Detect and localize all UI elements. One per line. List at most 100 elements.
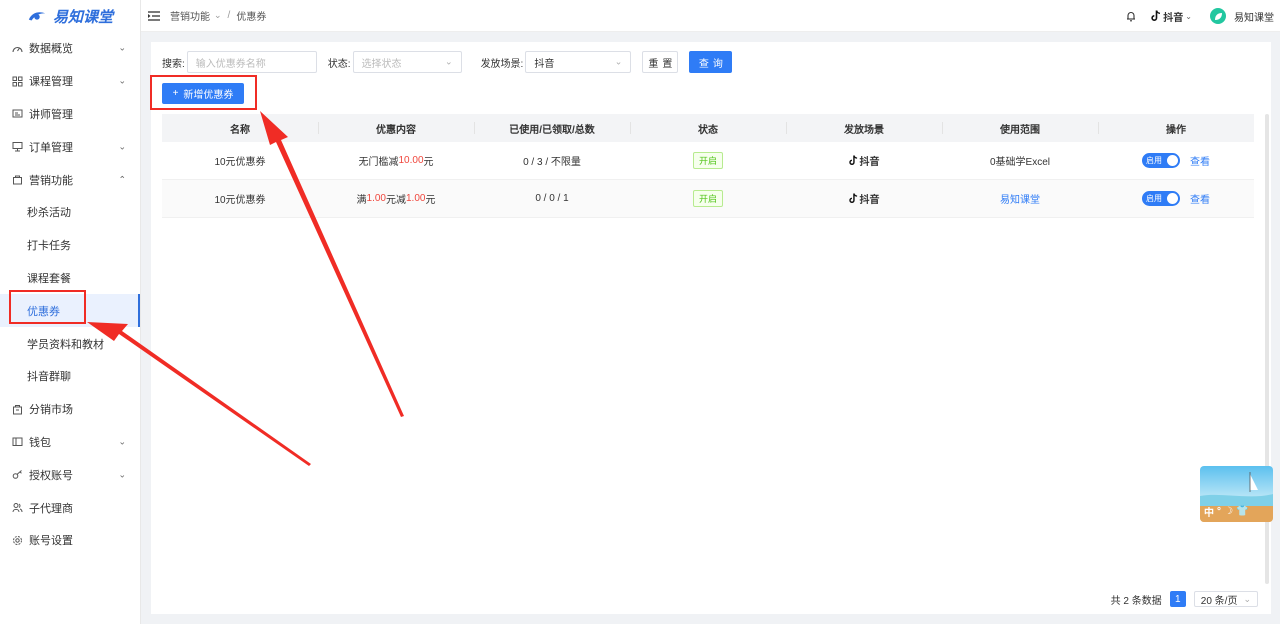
search-input[interactable]: 输入优惠券名称 <box>186 51 317 73</box>
content-prefix: 无门槛减 <box>358 157 399 168</box>
sidebar-item-distribution[interactable]: 分销市场 <box>0 393 140 426</box>
top-header: 营销功能 ⌄ / 优惠券 抖音 ⌄ 易知课堂 <box>141 0 1280 32</box>
sidebar-item-label: 秒杀活动 <box>27 207 71 220</box>
logo[interactable]: 易知课堂 <box>0 0 140 32</box>
status-label: 状态: <box>327 58 351 70</box>
table-row: 10元优惠券 满 1.00 元减 1.00 元 0 / 0 / 1 开启 抖音 易知课堂… <box>162 180 1254 218</box>
sidebar-item-label: 讲师管理 <box>29 108 73 121</box>
sidebar-item-sub-agents[interactable]: 子代理商 <box>0 491 140 524</box>
status-badge: 开启 <box>692 152 723 169</box>
chevron-down-icon: ⌄ <box>118 42 126 53</box>
user-name[interactable]: 易知课堂 <box>1234 9 1274 24</box>
scene-value: 抖音 <box>534 58 555 70</box>
column-header: 发放场景 <box>786 114 942 142</box>
scene-text: 抖音 <box>859 195 880 206</box>
sidebar-item-account-settings[interactable]: 账号设置 <box>0 524 140 557</box>
scope-cell: 0基础学Excel <box>989 157 1050 168</box>
content-amount: 10.00 <box>398 155 424 166</box>
shop-icon <box>11 403 23 415</box>
coupon-content: 无门槛减 10.00 元 <box>318 142 474 179</box>
tiktok-icon <box>1151 10 1161 21</box>
chevron-down-icon: ⌄ <box>1185 11 1192 21</box>
column-header: 已使用/已领取/总数 <box>474 114 630 142</box>
scene-label: 发放场景: <box>480 58 524 70</box>
column-header: 优惠内容 <box>318 114 474 142</box>
column-header: 名称 <box>230 124 250 136</box>
shirt-icon: 👕 <box>1235 506 1249 517</box>
enable-toggle[interactable]: 启用 <box>1142 191 1180 206</box>
sidebar-item-marketing[interactable]: 营销功能 ⌃ <box>0 163 140 196</box>
table-header: 名称 优惠内容 已使用/已领取/总数 状态 发放场景 使用范围 操作 <box>162 114 1254 142</box>
page-size-value: 20 条/页 <box>1200 595 1238 607</box>
widget-degree-label: ° <box>1217 506 1221 517</box>
header-actions: 抖音 ⌄ 易知课堂 <box>1125 0 1274 32</box>
status-select[interactable]: 选择状态 ⌄ <box>352 51 462 73</box>
floating-widget[interactable]: 中 ° ☽ 👕 <box>1200 466 1273 522</box>
view-link[interactable]: 查看 <box>1190 191 1210 206</box>
enable-toggle[interactable]: 启用 <box>1142 153 1180 168</box>
toggle-label: 启用 <box>1146 194 1162 203</box>
sidebar-item-checkin[interactable]: 打卡任务 <box>0 229 140 262</box>
view-link[interactable]: 查看 <box>1190 153 1210 168</box>
leaf-icon <box>1214 12 1222 20</box>
sidebar-item-label: 学员资料和教材 <box>27 338 104 351</box>
logo-icon <box>28 12 46 21</box>
main-panel: 搜索: 输入优惠券名称 状态: 选择状态 ⌄ 发放场景: 抖音 ⌄ 重置 查询 … <box>151 42 1271 614</box>
search-placeholder: 输入优惠券名称 <box>195 58 266 70</box>
actions-cell: 启用 查看 <box>1098 142 1254 179</box>
toggle-knob <box>1167 193 1178 204</box>
sidebar-item-label: 钱包 <box>29 436 51 449</box>
scene-cell: 抖音 <box>786 180 942 217</box>
sidebar-item-douyin-groups[interactable]: 抖音群聊 <box>0 360 140 393</box>
sidebar-item-label: 数据概览 <box>29 43 73 56</box>
scene-cell: 抖音 <box>786 142 942 179</box>
scope-link[interactable]: 易知课堂 <box>942 180 1098 217</box>
sidebar-item-materials[interactable]: 学员资料和教材 <box>0 327 140 360</box>
breadcrumb-current: 优惠券 <box>236 12 267 23</box>
sidebar-item-flash-sale[interactable]: 秒杀活动 <box>0 196 140 229</box>
grid-icon <box>11 75 23 87</box>
sidebar-item-authorized-accounts[interactable]: 授权账号 ⌄ <box>0 458 140 491</box>
bag-icon <box>11 174 23 186</box>
breadcrumb-parent[interactable]: 营销功能 <box>170 8 210 23</box>
content-amount-2: 1.00 <box>406 193 426 204</box>
sidebar-item-label: 账号设置 <box>29 535 73 548</box>
sidebar-item-courses[interactable]: 课程管理 ⌄ <box>0 65 140 98</box>
sidebar-item-dashboard[interactable]: 数据概览 ⌄ <box>0 32 140 65</box>
menu-collapse-icon[interactable] <box>148 10 160 21</box>
platform-switcher[interactable]: 抖音 ⌄ <box>1151 9 1192 24</box>
sidebar-item-wallet[interactable]: 钱包 ⌄ <box>0 426 140 459</box>
sidebar-item-label: 课程套餐 <box>27 272 71 285</box>
chevron-down-icon: ⌄ <box>1243 593 1251 604</box>
scene-label: 抖音 <box>848 191 880 206</box>
dashboard-icon <box>11 42 23 54</box>
page-number-button[interactable]: 1 <box>1169 591 1186 607</box>
scene-select[interactable]: 抖音 ⌄ <box>525 51 632 73</box>
chevron-down-icon: ⌄ <box>118 436 126 447</box>
wallet-icon <box>11 436 23 448</box>
total-count: 共 2 条数据 <box>1110 595 1162 607</box>
coupon-name: 10元优惠券 <box>214 195 266 206</box>
coupon-table: 名称 优惠内容 已使用/已领取/总数 状态 发放场景 使用范围 操作 10元优惠… <box>162 114 1254 218</box>
reset-button[interactable]: 重置 <box>642 51 679 73</box>
sidebar-item-label: 授权账号 <box>29 469 73 482</box>
sidebar-item-teachers[interactable]: 讲师管理 <box>0 98 140 131</box>
sidebar-item-label: 订单管理 <box>29 141 73 154</box>
status-badge: 开启 <box>692 190 723 207</box>
user-avatar[interactable] <box>1210 8 1226 24</box>
annotation-highlight-add-button <box>150 75 257 110</box>
query-button[interactable]: 查询 <box>689 51 733 73</box>
sidebar-item-label: 课程管理 <box>29 76 73 89</box>
content-amount: 1.00 <box>366 193 386 204</box>
key-icon <box>11 469 23 481</box>
sidebar-item-orders[interactable]: 订单管理 ⌄ <box>0 130 140 163</box>
coupon-usage: 0 / 0 / 1 <box>535 193 569 204</box>
monitor-icon <box>11 141 23 153</box>
status-cell: 开启 <box>630 180 786 217</box>
toggle-knob <box>1167 155 1178 166</box>
page-size-select[interactable]: 20 条/页 ⌄ <box>1193 591 1258 607</box>
chevron-up-icon: ⌃ <box>118 174 126 185</box>
platform-label: 抖音 <box>1163 12 1184 24</box>
bell-icon[interactable] <box>1125 10 1137 22</box>
sidebar-item-label: 分销市场 <box>29 404 73 417</box>
